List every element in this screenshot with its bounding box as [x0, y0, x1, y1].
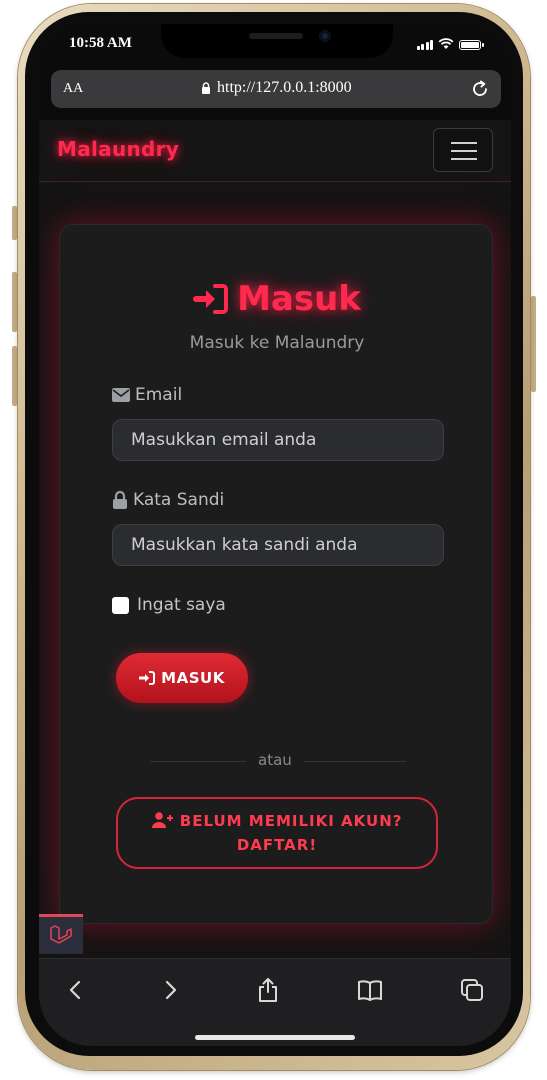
back-icon[interactable]: [63, 977, 89, 1003]
share-icon[interactable]: [255, 977, 281, 1003]
login-card: Masuk Masuk ke Malaundry Email Kata Sand…: [59, 224, 493, 924]
login-heading: Masuk: [60, 279, 494, 319]
login-button[interactable]: MASUK: [116, 653, 248, 703]
login-button-label: MASUK: [161, 669, 225, 687]
status-icons: [416, 38, 484, 50]
laravel-logo-icon: [50, 924, 72, 944]
wifi-icon: [438, 38, 454, 49]
lock-icon: [113, 491, 127, 509]
remember-me[interactable]: Ingat saya: [112, 595, 226, 615]
lock-icon: [202, 82, 210, 94]
url-text: http://127.0.0.1:8000: [217, 79, 352, 96]
battery-icon: [459, 40, 484, 50]
register-line-2: DAFTAR!: [236, 836, 318, 854]
sign-in-icon: [139, 671, 156, 685]
divider-text: atau: [246, 751, 304, 769]
volume-down-button: [12, 346, 17, 406]
web-page: Malaundry Masuk Masuk ke Malaundry Email…: [39, 120, 511, 958]
password-label: Kata Sandi: [112, 490, 224, 510]
email-label: Email: [112, 385, 182, 405]
cellular-signal-icon: [416, 39, 433, 50]
mute-switch: [12, 206, 17, 240]
text-size-button[interactable]: AA: [63, 81, 83, 97]
register-text-1: BELUM MEMILIKI AKUN?: [179, 812, 403, 830]
power-button: [531, 296, 536, 392]
login-subtitle: Masuk ke Malaundry: [189, 333, 365, 353]
forward-icon[interactable]: [157, 977, 183, 1003]
password-label-text: Kata Sandi: [133, 490, 225, 510]
hamburger-icon: [451, 142, 477, 144]
bookmarks-icon[interactable]: [357, 977, 383, 1003]
speaker-grille: [249, 33, 303, 39]
volume-up-button: [12, 272, 17, 332]
remember-label: Ingat saya: [137, 595, 226, 615]
login-title: Masuk: [237, 279, 361, 319]
sign-in-icon: [193, 284, 229, 314]
navbar: Malaundry: [39, 120, 511, 182]
password-field[interactable]: [112, 524, 444, 566]
register-line-1: BELUM MEMILIKI AKUN?: [118, 809, 436, 833]
notch: [161, 24, 393, 58]
status-time: 10:58 AM: [69, 35, 132, 51]
user-plus-icon: [151, 812, 173, 828]
browser-top-bar: AA http://127.0.0.1:8000: [39, 68, 511, 120]
url-display[interactable]: http://127.0.0.1:8000: [201, 79, 352, 97]
phone-screen: 10:58 AM AA http://127.0.0.1:8000 Malaun…: [39, 24, 511, 1046]
reload-icon[interactable]: [469, 78, 491, 100]
home-indicator: [195, 1035, 355, 1040]
front-camera: [319, 30, 331, 42]
tabs-icon[interactable]: [459, 977, 485, 1003]
email-field[interactable]: [112, 419, 444, 461]
email-label-text: Email: [135, 385, 183, 405]
browser-toolbar: [39, 958, 511, 1046]
remember-checkbox[interactable]: [112, 596, 129, 614]
envelope-icon: [112, 388, 130, 402]
address-bar[interactable]: AA http://127.0.0.1:8000: [51, 70, 501, 108]
register-button[interactable]: BELUM MEMILIKI AKUN? DAFTAR!: [116, 797, 438, 869]
laravel-debug-badge[interactable]: [39, 914, 83, 954]
brand-logo[interactable]: Malaundry: [57, 137, 179, 161]
menu-toggle-button[interactable]: [433, 128, 493, 172]
status-bar: 10:58 AM: [39, 24, 511, 68]
